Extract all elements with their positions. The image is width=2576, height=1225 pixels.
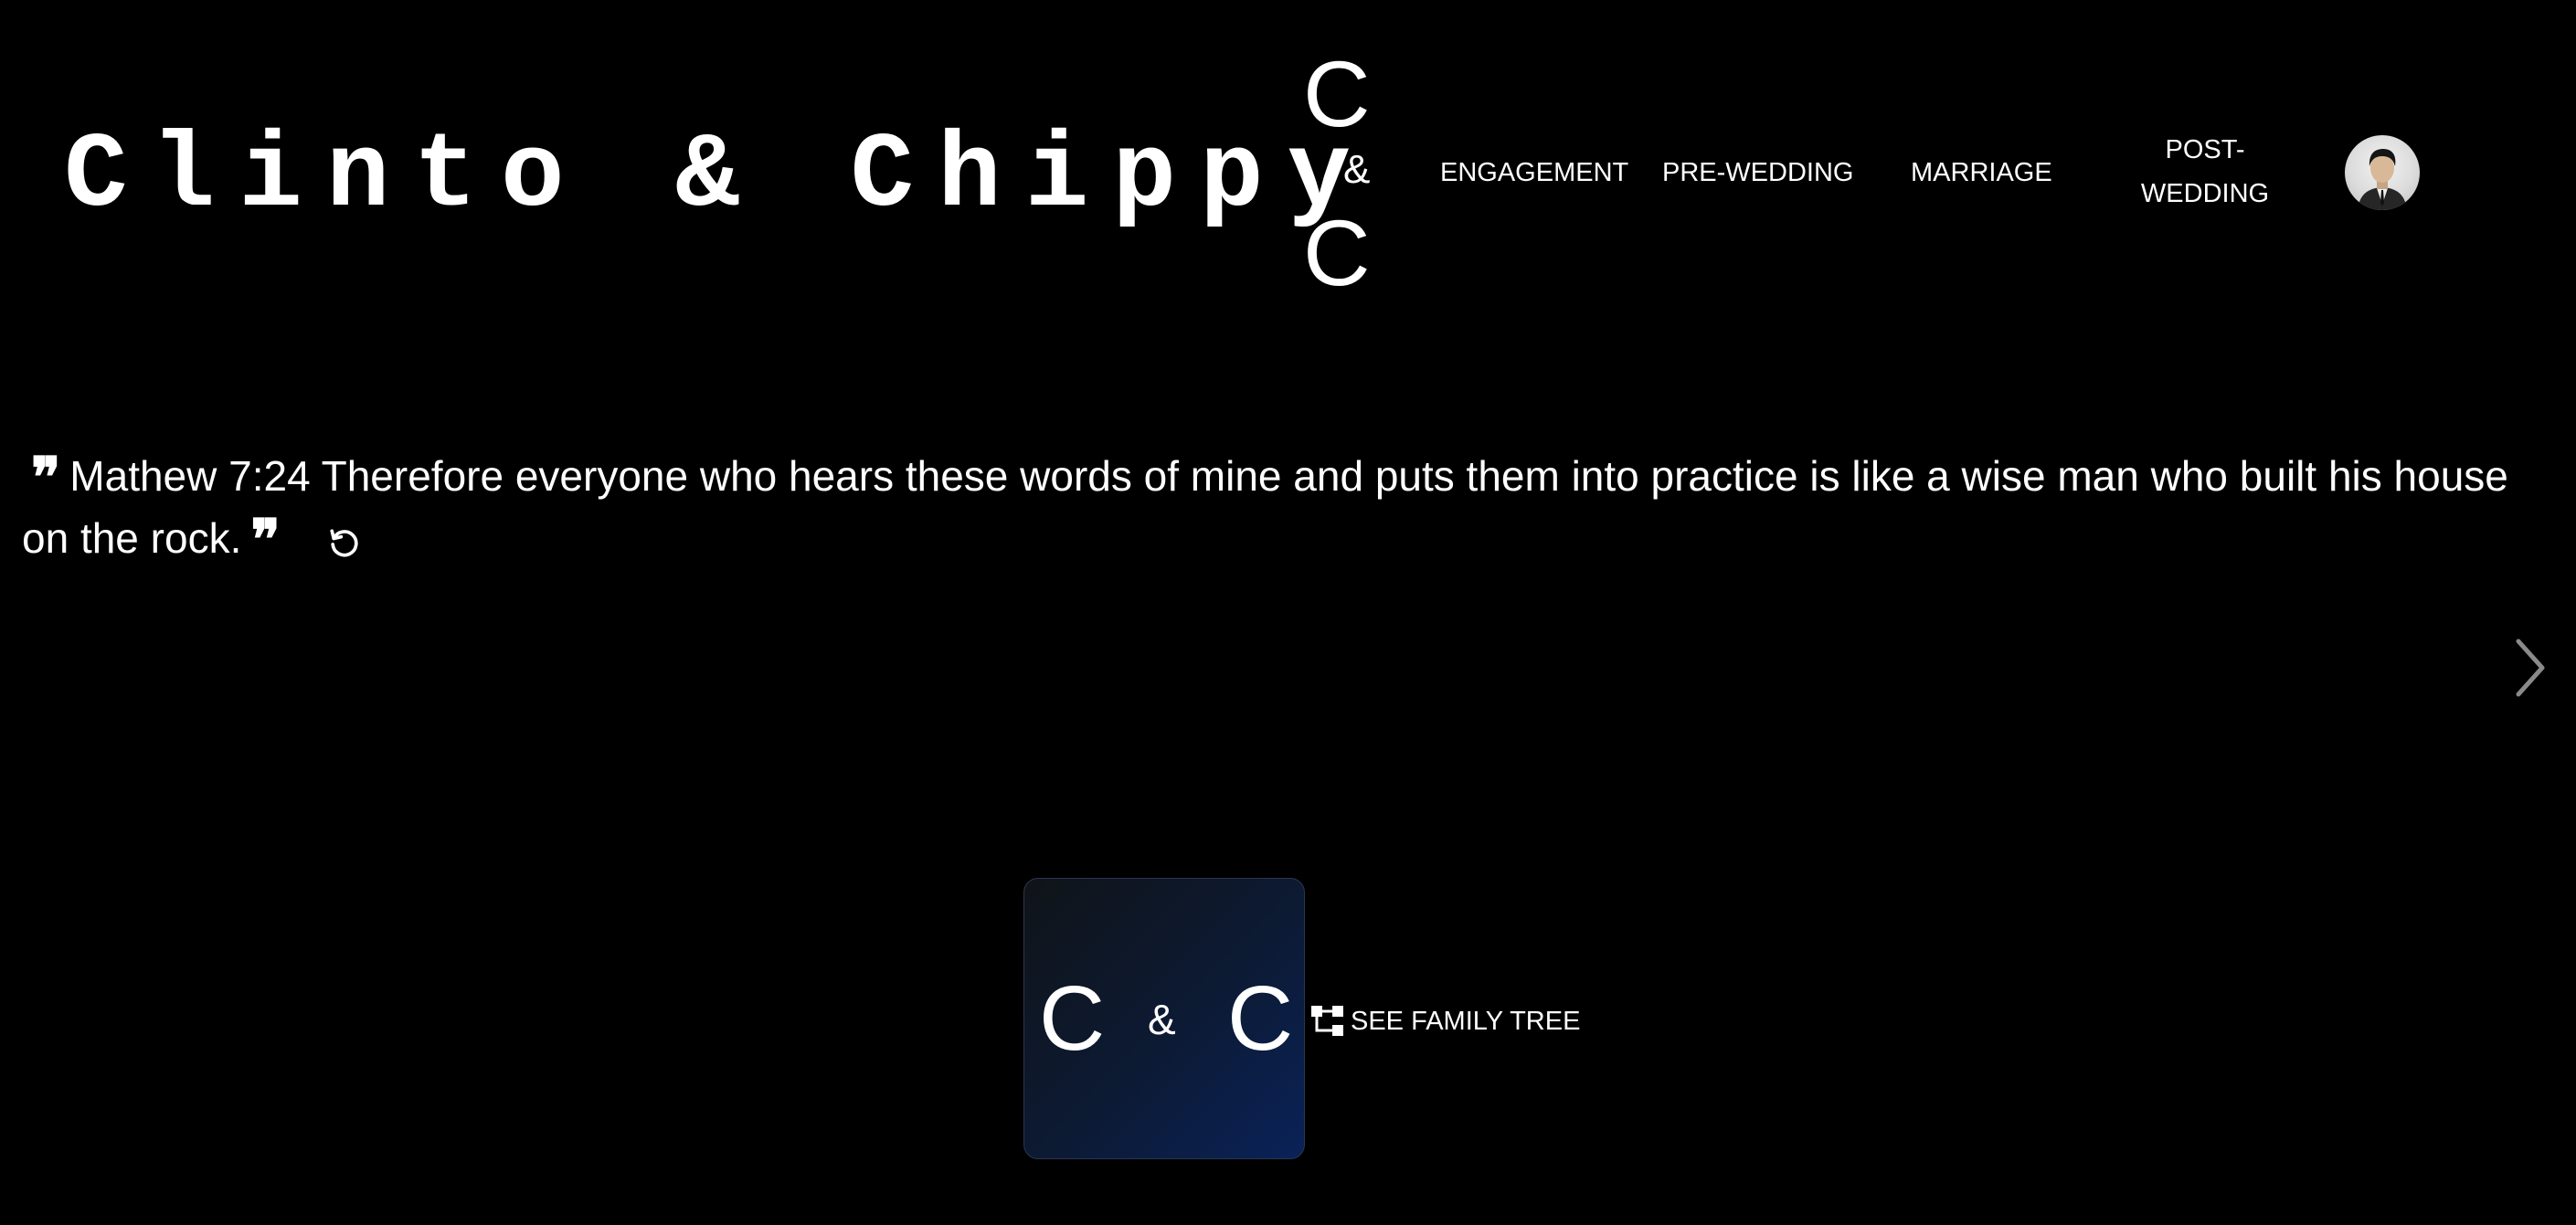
chevron-right-icon xyxy=(2516,639,2545,697)
avatar[interactable] xyxy=(2345,135,2420,210)
family-tree-label: SEE FAMILY TREE xyxy=(1351,1007,1581,1036)
nav-marriage[interactable]: MARRIAGE xyxy=(1911,151,2052,195)
quote-text: Mathew 7:24 Therefore everyone who hears… xyxy=(22,452,2508,562)
nav-post-wedding[interactable]: POST-WEDDING xyxy=(2118,128,2292,216)
monogram-second-initial: C xyxy=(1303,201,1371,305)
monogram-first-initial: C xyxy=(1303,42,1371,146)
card-first-initial: C xyxy=(1039,967,1106,1070)
nav-engagement[interactable]: ENGAGEMENT xyxy=(1440,151,1628,195)
quote-open-mark: ❞ xyxy=(31,446,61,510)
monogram-card[interactable]: C & C xyxy=(1023,878,1305,1159)
next-slide-button[interactable] xyxy=(2511,636,2549,700)
site-title[interactable]: Clinto & Chippy xyxy=(64,117,1374,236)
header-monogram[interactable]: C & C xyxy=(1296,44,1373,300)
see-family-tree-link[interactable]: SEE FAMILY TREE xyxy=(1310,1001,1580,1041)
monogram-ampersand: & xyxy=(1343,147,1371,192)
profile-photo-icon xyxy=(2358,149,2407,210)
refresh-icon[interactable] xyxy=(324,519,365,579)
family-tree-icon xyxy=(1311,1006,1343,1036)
quote-close-mark: ❞ xyxy=(250,508,281,572)
card-ampersand: & xyxy=(1148,996,1176,1043)
nav-pre-wedding[interactable]: PRE-WEDDING xyxy=(1662,151,1853,195)
bible-quote: ❞ Mathew 7:24 Therefore everyone who hear… xyxy=(22,446,2526,579)
card-second-initial: C xyxy=(1227,967,1294,1070)
